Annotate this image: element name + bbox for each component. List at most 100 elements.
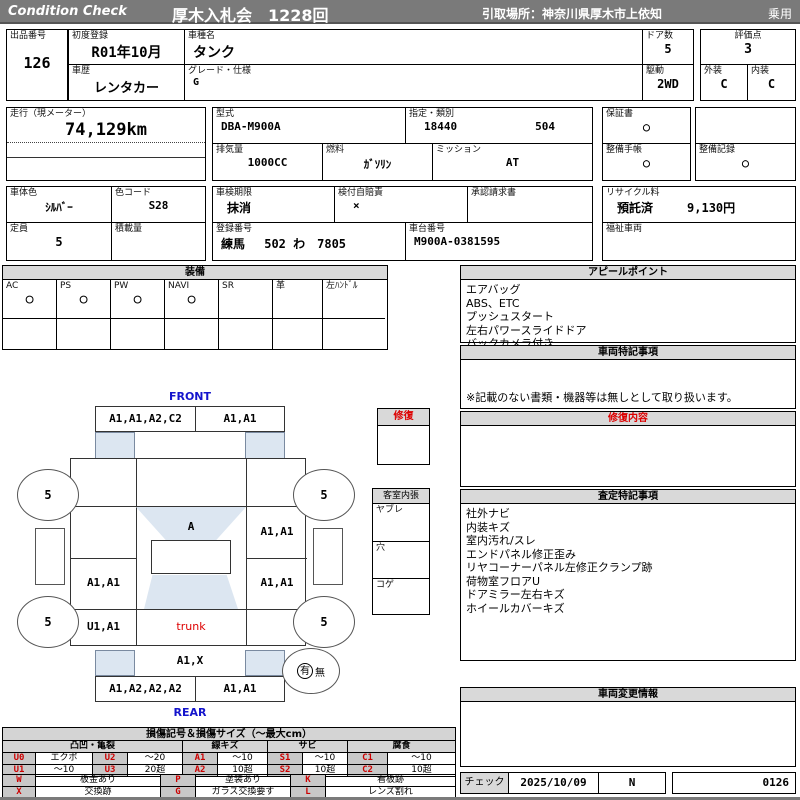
legend-code: P — [160, 774, 196, 787]
maintenance-book-label: 整備手帳 — [606, 145, 643, 155]
drive-cell: 駆動 2WD — [642, 64, 694, 101]
grade-label: グレード・仕様 — [188, 66, 252, 76]
mileage-label: 走行（現メーター） — [10, 109, 92, 119]
interior-grade-value: C — [767, 77, 776, 91]
appeal-list: エアバッグ ABS、ETC プッシュスタート 左右パワースライドドア バックカメ… — [461, 280, 795, 354]
trim-item-burn: コゲ — [373, 578, 429, 614]
legend-code: K — [290, 774, 326, 787]
assessment-item: リヤコーナーパネル左修正クランプ跡 — [466, 561, 653, 574]
registration-number-cell: 登録番号 練馬 502 わ 7805 — [212, 222, 406, 261]
assessment-item: 社外ナビ — [466, 507, 510, 520]
body-color-label: 車体色 — [10, 188, 38, 198]
left-side-step — [35, 528, 65, 585]
equipment-col-lhd: 左ﾊﾝﾄﾞﾙ — [323, 280, 385, 349]
color-code-value: S28 — [148, 199, 169, 212]
welfare-label: 福祉車両 — [606, 224, 643, 234]
exterior-grade-value: C — [720, 77, 728, 91]
equipment-columns: AC ○ PS ○ PW ○ NAVI ○ SR 革 左ﾊﾝﾄﾞﾙ — [3, 280, 387, 349]
doors-label: ドア数 — [646, 31, 674, 41]
equipment-label: PS — [60, 281, 72, 291]
spare-tire-mark: 有 無 — [282, 648, 340, 694]
front-label: FRONT — [168, 390, 212, 403]
legend-size: ～10 — [217, 752, 268, 765]
rear-window — [144, 575, 238, 609]
score-value: 3 — [744, 42, 752, 57]
maintenance-book-mark: ○ — [642, 156, 651, 170]
model-code-label: 型式 — [216, 109, 235, 119]
drive-label: 駆動 — [646, 66, 665, 76]
legend-code: U0 — [2, 752, 36, 765]
transmission-cell: ミッション AT — [432, 143, 593, 181]
doors-value: 5 — [664, 42, 672, 56]
insurance-cell: 検付自賠責 × — [334, 186, 468, 223]
rear-bumper-left-codes: A1,A2,A2,A2 — [96, 677, 196, 701]
history-cell: 車歴 レンタカー — [68, 64, 185, 101]
model-code-cell: 型式 DBA-M900A — [212, 107, 406, 144]
legend-group-corrosion: 腐食 — [346, 740, 457, 753]
title-bar: Condition Check 厚木入札会 1228回 引取場所：神奈川県厚木市… — [0, 0, 800, 25]
equipment-col-pw: PW ○ — [111, 280, 165, 349]
equipment-col-sr: SR — [219, 280, 273, 349]
equipment-row-divider — [219, 318, 272, 319]
appeal-item: 左右パワースライドドア — [466, 323, 587, 337]
equipment-label: 革 — [276, 281, 286, 291]
front-bumper-left-codes: A1,A1,A2,C2 — [96, 407, 196, 431]
rear-bumper-right-codes: A1,A1 — [223, 682, 257, 695]
transmission-value: AT — [505, 156, 520, 169]
trim-item-hole: 穴 — [373, 541, 429, 578]
rear-right-corner-shade — [245, 650, 285, 676]
exterior-grade-cell: 外装 C — [700, 64, 748, 101]
model-name-label: 車種名 — [188, 31, 216, 41]
check-number: 0126 — [672, 772, 796, 794]
first-registration-value: R01年10月 — [91, 45, 162, 61]
lot-number-label: 出品番号 — [10, 31, 47, 41]
mileage-divider-dotted — [7, 142, 205, 157]
pickup-location: 引取場所：神奈川県厚木市上依知 — [482, 7, 663, 21]
model-name-cell: 車種名 タンク — [184, 29, 643, 65]
fuel-label: 燃料 — [326, 145, 345, 155]
rear-panel-codes: A1,X — [176, 654, 204, 667]
front-right-corner-shade — [245, 432, 285, 459]
legend-size: ～20 — [127, 752, 183, 765]
inspection-value: 抹消 — [227, 201, 252, 215]
displacement-cell: 排気量 1000CC — [212, 143, 323, 181]
legend-meaning: 塗装あり — [195, 774, 291, 787]
first-registration-cell: 初度登録 R01年10月 — [68, 29, 185, 65]
car-body: A A1,A1 A1,A1 A1,A1 U1,A1 trunk — [70, 458, 307, 646]
capacity-cell: 定員 5 — [6, 222, 112, 261]
body-color-value: ｼﾙﾊﾞｰ — [45, 201, 73, 214]
grade-value: G — [193, 77, 200, 88]
legend-size: ～10 — [386, 752, 457, 765]
appeal-title: アピールポイント — [461, 266, 795, 280]
right-front-codes: A1,A1 — [260, 525, 294, 538]
chassis-number-value: M900A-0381595 — [414, 235, 501, 248]
change-info-body — [461, 702, 795, 708]
legend-size: エクボ — [35, 752, 93, 765]
legend-group-dent: 凸凹・亀裂 — [2, 740, 183, 753]
equipment-table: 装備 AC ○ PS ○ PW ○ NAVI ○ SR 革 左ﾊﾝﾄﾞﾙ — [2, 265, 388, 350]
trunk-label: trunk — [176, 620, 206, 633]
chassis-number-label: 車台番号 — [409, 224, 446, 234]
approval-label: 承認請求書 — [471, 188, 517, 198]
interior-grade-cell: 内装 C — [747, 64, 796, 101]
inspection-cell: 車検期限 抹消 — [212, 186, 335, 223]
trim-item-label: ヤブレ — [376, 505, 404, 515]
trim-item-label: コゲ — [376, 580, 395, 590]
drive-value: 2WD — [657, 77, 679, 91]
change-info-title: 車両変更情報 — [461, 688, 795, 702]
assessment-title: 査定特記事項 — [461, 490, 795, 504]
capacity-value: 5 — [55, 235, 63, 249]
warranty-cell: 保証書 ○ — [602, 107, 691, 144]
car-diagram: FRONT A1,A1,A2,C2 A1,A1 A A1,A1 A1,A1 A1… — [0, 386, 460, 731]
vehicle-notes-section: 車両特記事項 ※記載のない書類・機器等は無しとして取り扱います。 — [460, 345, 796, 409]
welfare-cell: 福祉車両 — [602, 222, 796, 261]
appeal-item: ABS、ETC — [466, 296, 520, 310]
grade-cell: グレード・仕様 G — [184, 64, 643, 101]
front-bumper: A1,A1,A2,C2 A1,A1 — [95, 406, 285, 432]
trim-item-label: 穴 — [376, 543, 386, 553]
equipment-label: NAVI — [168, 281, 190, 291]
auction-sheet: Condition Check 厚木入札会 1228回 引取場所：神奈川県厚木市… — [0, 0, 800, 800]
equipment-mark: ○ — [133, 292, 142, 307]
load-cell: 積載量 — [111, 222, 206, 261]
maintenance-record-mark: ○ — [741, 156, 750, 170]
